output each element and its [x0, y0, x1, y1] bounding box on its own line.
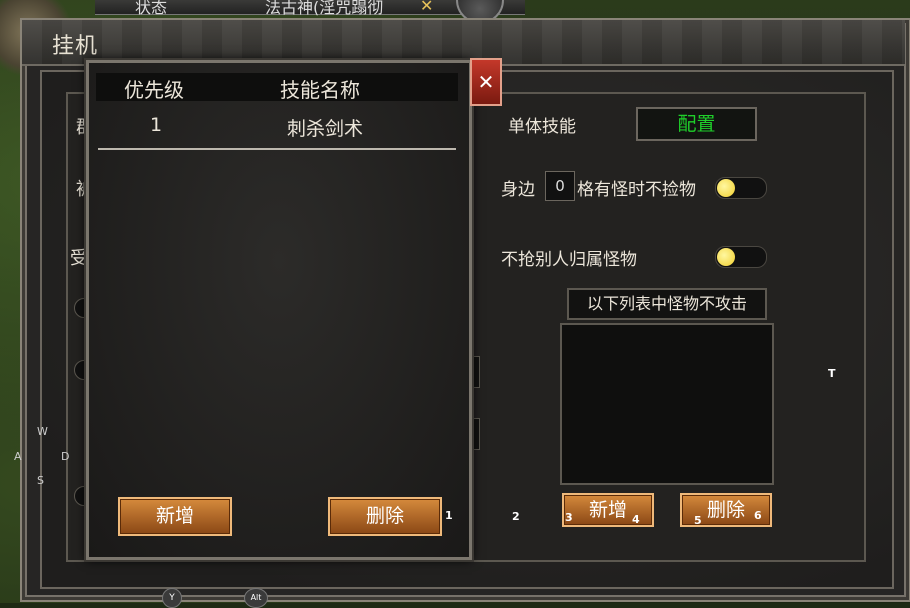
skill-name-column-header: 技能名称 [280, 78, 360, 102]
hotkey-hint-t: T [828, 367, 836, 380]
hotkey-hint-1: 1 [445, 509, 453, 522]
skill-priority-panel [86, 60, 472, 560]
no-steal-label: 不抢别人归属怪物 [501, 250, 637, 270]
skill-row-divider [98, 148, 456, 150]
add-skill-button[interactable]: 新增 [118, 497, 232, 536]
hotkey-hint-2: 2 [512, 510, 520, 523]
hotkey-hint-a: A [14, 450, 22, 463]
hotkey-hint-4: 4 [632, 513, 640, 526]
hotkey-y-button[interactable]: Y [162, 588, 182, 608]
hotkey-hint-3: 3 [565, 511, 573, 524]
hotkey-hint-d: D [61, 450, 70, 463]
hotkey-hint-w: W [37, 425, 48, 438]
status-tab[interactable]: 状态 [135, 0, 167, 18]
toggle-knob-icon [717, 248, 735, 266]
crossed-swords-icon: ✕ [420, 0, 434, 15]
ignored-monster-list[interactable] [560, 323, 774, 485]
pickup-prefix-label: 身边 [501, 180, 535, 200]
window-title: 挂机 [52, 34, 99, 59]
no-steal-toggle[interactable] [715, 246, 767, 268]
hotkey-hint-5: 5 [694, 514, 702, 527]
delete-skill-button[interactable]: 删除 [328, 497, 442, 536]
player-name-text: 法古神(淫咒蹋彻 [265, 0, 384, 17]
pickup-suffix-label: 格有怪时不捡物 [577, 180, 696, 200]
hotkey-hint-s: S [37, 474, 44, 487]
hotkey-alt-button[interactable]: Alt [244, 588, 268, 608]
add-monster-button[interactable]: 新增 [562, 493, 654, 527]
pickup-distance-input[interactable]: 0 [545, 171, 575, 201]
configure-button[interactable]: 配置 [636, 107, 757, 141]
close-icon[interactable]: ✕ [470, 58, 502, 106]
single-skill-label: 单体技能 [508, 117, 576, 137]
skill-row-name[interactable]: 刺杀剑术 [287, 114, 363, 141]
skill-row-priority[interactable]: 1 [150, 114, 162, 136]
pickup-toggle[interactable] [715, 177, 767, 199]
monster-list-title: 以下列表中怪物不攻击 [567, 288, 767, 320]
hotkey-hint-6: 6 [754, 509, 762, 522]
toggle-knob-icon [717, 179, 735, 197]
priority-column-header: 优先级 [124, 78, 184, 102]
